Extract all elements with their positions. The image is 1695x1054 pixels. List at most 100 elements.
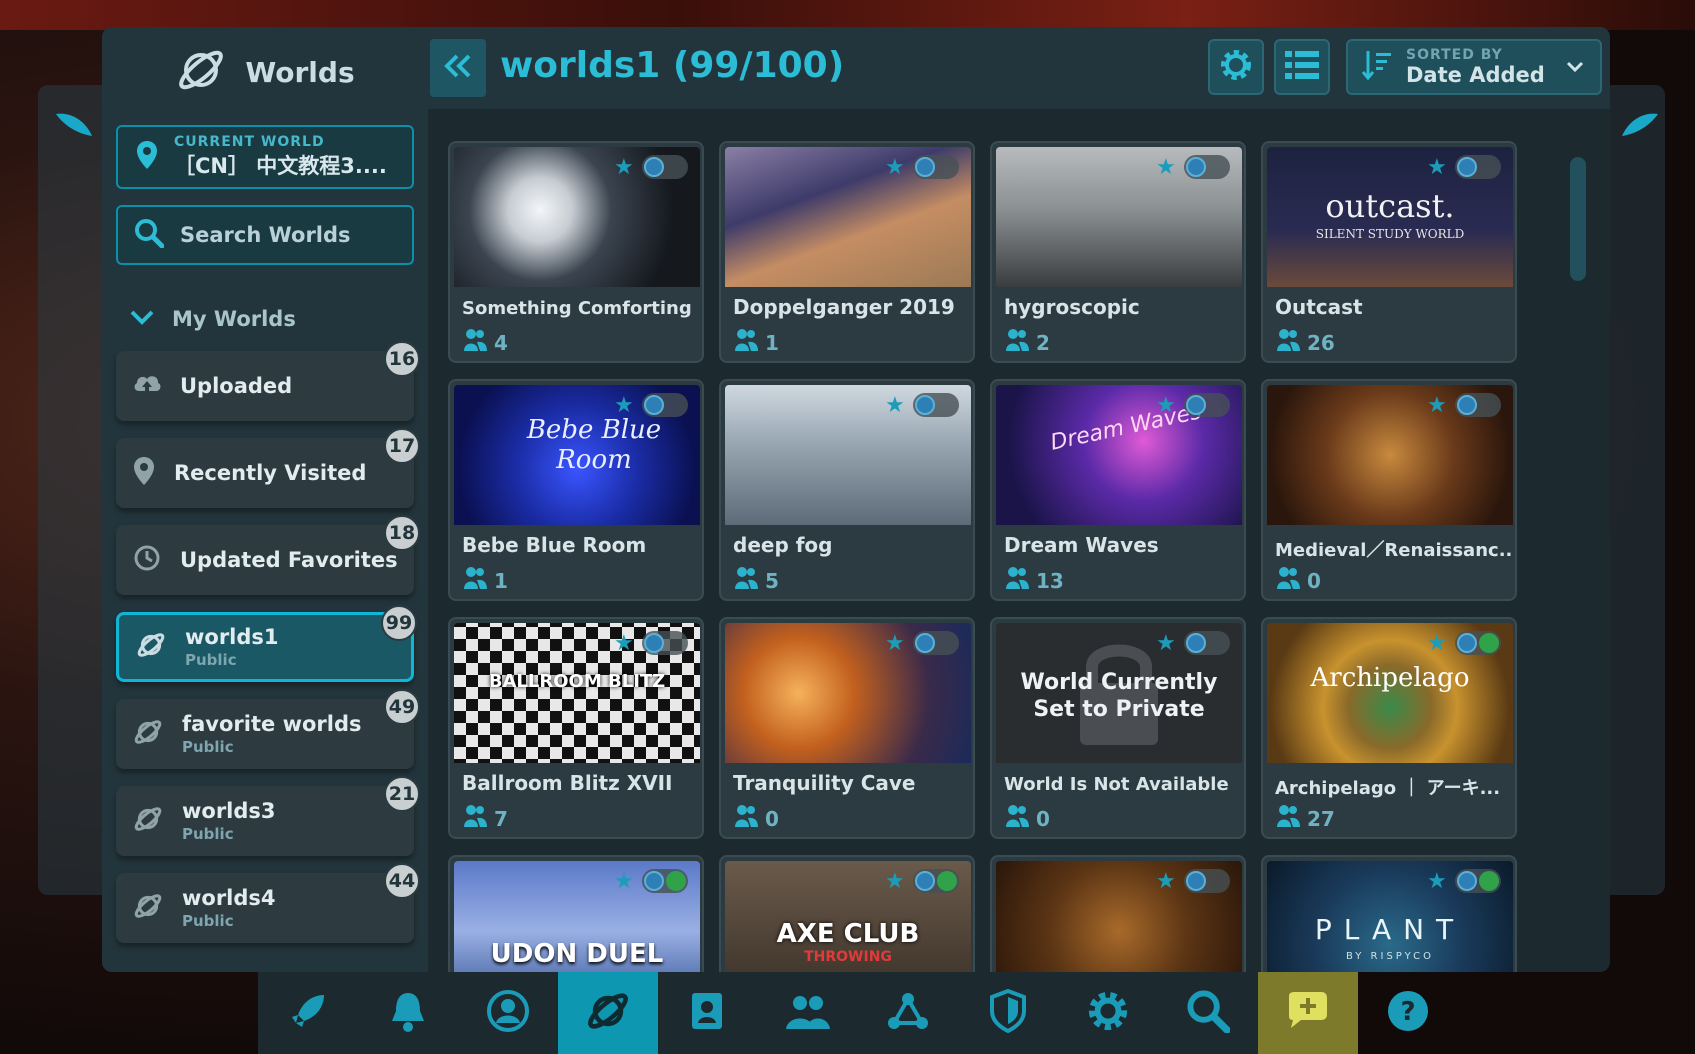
nav-worlds-button[interactable] xyxy=(558,972,658,1054)
toggle-switch[interactable] xyxy=(642,155,688,179)
nav-groups-button[interactable] xyxy=(858,972,958,1054)
users-icon xyxy=(1275,803,1301,834)
world-card[interactable]: outcast. SILENT STUDY WORLD ★ Outcast 26 xyxy=(1261,141,1517,363)
world-card[interactable]: UDON DUEL ★ xyxy=(448,855,704,972)
star-icon[interactable]: ★ xyxy=(1427,155,1447,180)
world-card[interactable]: ★ hygroscopic 2 xyxy=(990,141,1246,363)
toggle-switch[interactable] xyxy=(1184,869,1230,893)
world-name: Tranquility Cave xyxy=(733,771,916,795)
player-count: 27 xyxy=(1275,803,1335,834)
nav-avatars-button[interactable] xyxy=(658,972,758,1054)
thumbnail-title: outcast. xyxy=(1325,187,1455,225)
world-card[interactable]: ★ Tranquility Cave 0 xyxy=(719,617,975,839)
toggle-switch[interactable] xyxy=(1455,869,1501,893)
star-icon[interactable]: ★ xyxy=(1427,869,1447,894)
world-card[interactable]: Bebe Blue Room ★ Bebe Blue Room 1 xyxy=(448,379,704,601)
toggle-switch[interactable] xyxy=(642,869,688,893)
toggle-switch[interactable] xyxy=(913,631,959,655)
scrollbar[interactable] xyxy=(1570,157,1586,957)
current-world-button[interactable]: CURRENT WORLD ［CN］ 中文教程3.... xyxy=(116,125,414,189)
star-icon[interactable]: ★ xyxy=(1427,393,1447,418)
player-count: 5 xyxy=(733,565,779,596)
star-icon[interactable]: ★ xyxy=(1156,631,1176,656)
nav-profile-button[interactable] xyxy=(458,972,558,1054)
sidebar-item-favorite-worlds[interactable]: favorite worlds Public 49 xyxy=(116,689,420,769)
nav-chat-button[interactable] xyxy=(1258,972,1358,1054)
toggle-switch[interactable] xyxy=(913,155,959,179)
sidebar-item-worlds4[interactable]: worlds4 Public 44 xyxy=(116,863,420,943)
list-icon xyxy=(1284,49,1320,85)
toggle-switch[interactable] xyxy=(1184,631,1230,655)
sidebar-item-label: favorite worlds xyxy=(182,712,362,736)
settings-button[interactable] xyxy=(1208,39,1264,95)
sidebar-item-updated-favorites[interactable]: Updated Favorites 18 xyxy=(116,515,420,595)
star-icon[interactable]: ★ xyxy=(885,155,905,180)
player-count-value: 26 xyxy=(1307,330,1335,355)
world-name: Dream Waves xyxy=(1004,533,1159,557)
star-icon[interactable]: ★ xyxy=(1427,631,1447,656)
sidebar-item-recently-visited[interactable]: Recently Visited 17 xyxy=(116,428,420,508)
star-icon[interactable]: ★ xyxy=(614,155,634,180)
toggle-switch[interactable] xyxy=(1455,393,1501,417)
world-card[interactable]: Dream Waves ★ Dream Waves 13 xyxy=(990,379,1246,601)
toggle-switch[interactable] xyxy=(1455,631,1501,655)
profile-icon xyxy=(486,989,530,1037)
star-icon[interactable]: ★ xyxy=(1156,869,1176,894)
nav-notifications-button[interactable] xyxy=(358,972,458,1054)
world-card[interactable]: ★ Doppelganger 2019 1 xyxy=(719,141,975,363)
thumbnail-subtitle: THROWING xyxy=(804,949,892,965)
nav-safety-button[interactable] xyxy=(958,972,1058,1054)
player-count-value: 1 xyxy=(494,568,508,593)
sidebar-item-uploaded[interactable]: Uploaded 16 xyxy=(116,341,420,421)
bell-icon xyxy=(388,989,428,1037)
my-worlds-section-toggle[interactable]: My Worlds xyxy=(130,307,296,331)
player-count: 1 xyxy=(733,327,779,358)
nav-launch-button[interactable] xyxy=(258,972,358,1054)
star-icon[interactable]: ★ xyxy=(614,631,634,656)
star-icon[interactable]: ★ xyxy=(885,869,905,894)
network-icon xyxy=(886,989,930,1037)
nav-settings-button[interactable] xyxy=(1058,972,1158,1054)
count-badge: 21 xyxy=(384,776,420,812)
star-icon[interactable]: ★ xyxy=(614,393,634,418)
star-icon[interactable]: ★ xyxy=(1156,155,1176,180)
world-card[interactable]: AXE CLUB THROWING ★ xyxy=(719,855,975,972)
list-view-button[interactable] xyxy=(1274,39,1330,95)
search-worlds-input[interactable]: Search Worlds xyxy=(116,205,414,265)
scrollbar-thumb[interactable] xyxy=(1570,157,1586,281)
star-icon[interactable]: ★ xyxy=(614,869,634,894)
star-icon[interactable]: ★ xyxy=(1156,393,1176,418)
thumbnail-title: AXE CLUB xyxy=(776,919,920,949)
sidebar-item-worlds3[interactable]: worlds3 Public 21 xyxy=(116,776,420,856)
world-card[interactable]: PLANT BY RISPYCO ★ xyxy=(1261,855,1517,972)
star-icon[interactable]: ★ xyxy=(885,393,905,418)
player-count-value: 5 xyxy=(765,568,779,593)
planet-icon xyxy=(135,629,167,665)
world-card[interactable]: ★ xyxy=(990,855,1246,972)
thumbnail-title: UDON DUEL xyxy=(490,939,664,969)
worlds-icon xyxy=(584,987,632,1039)
nav-social-button[interactable] xyxy=(758,972,858,1054)
sidebar-item-worlds1[interactable]: worlds1 Public 99 xyxy=(116,605,417,682)
world-card[interactable]: World Currently Set to Private ★ World I… xyxy=(990,617,1246,839)
toggle-switch[interactable] xyxy=(642,393,688,417)
toggle-switch[interactable] xyxy=(1184,155,1230,179)
my-worlds-label: My Worlds xyxy=(172,307,296,331)
sort-dropdown[interactable]: SORTED BY Date Added xyxy=(1346,39,1602,95)
world-card[interactable]: ★ Something Comforting 4 xyxy=(448,141,704,363)
toggle-switch[interactable] xyxy=(913,393,959,417)
world-card[interactable]: BALLROOM BLITZ ★ Ballroom Blitz XVII 7 xyxy=(448,617,704,839)
world-card[interactable]: ★ deep fog 5 xyxy=(719,379,975,601)
toggle-switch[interactable] xyxy=(1455,155,1501,179)
nav-search-button[interactable] xyxy=(1158,972,1258,1054)
nav-help-button[interactable]: ? xyxy=(1358,972,1458,1054)
social-icon xyxy=(784,989,832,1037)
world-card[interactable]: ★ Medieval／Renaissanc... 0 xyxy=(1261,379,1517,601)
count-badge: 18 xyxy=(384,515,420,551)
world-card[interactable]: Archipelago ★ Archipelago ｜ アーキ... 27 xyxy=(1261,617,1517,839)
toggle-switch[interactable] xyxy=(913,869,959,893)
collapse-sidebar-button[interactable] xyxy=(430,39,486,97)
toggle-switch[interactable] xyxy=(1184,393,1230,417)
toggle-switch[interactable] xyxy=(642,631,688,655)
star-icon[interactable]: ★ xyxy=(885,631,905,656)
